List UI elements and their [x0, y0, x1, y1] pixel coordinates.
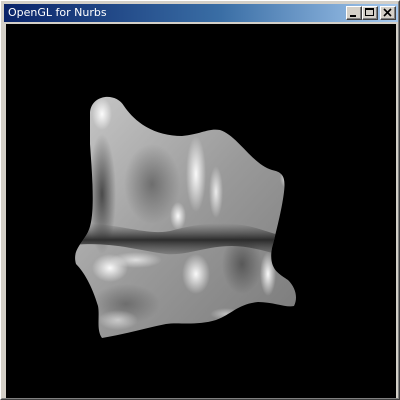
window-frame: OpenGL for Nurbs	[1, 1, 399, 399]
window-title: OpenGL for Nurbs	[8, 6, 107, 19]
nurbs-surface-render	[75, 96, 296, 338]
maximize-icon	[365, 8, 374, 16]
app-window: OpenGL for Nurbs	[0, 0, 400, 400]
maximize-button[interactable]	[362, 6, 378, 20]
minimize-icon	[350, 15, 356, 17]
close-icon	[383, 8, 392, 17]
opengl-viewport[interactable]	[6, 24, 396, 398]
close-button[interactable]	[380, 6, 396, 20]
minimize-button[interactable]	[346, 6, 362, 20]
title-bar[interactable]: OpenGL for Nurbs	[4, 4, 398, 22]
